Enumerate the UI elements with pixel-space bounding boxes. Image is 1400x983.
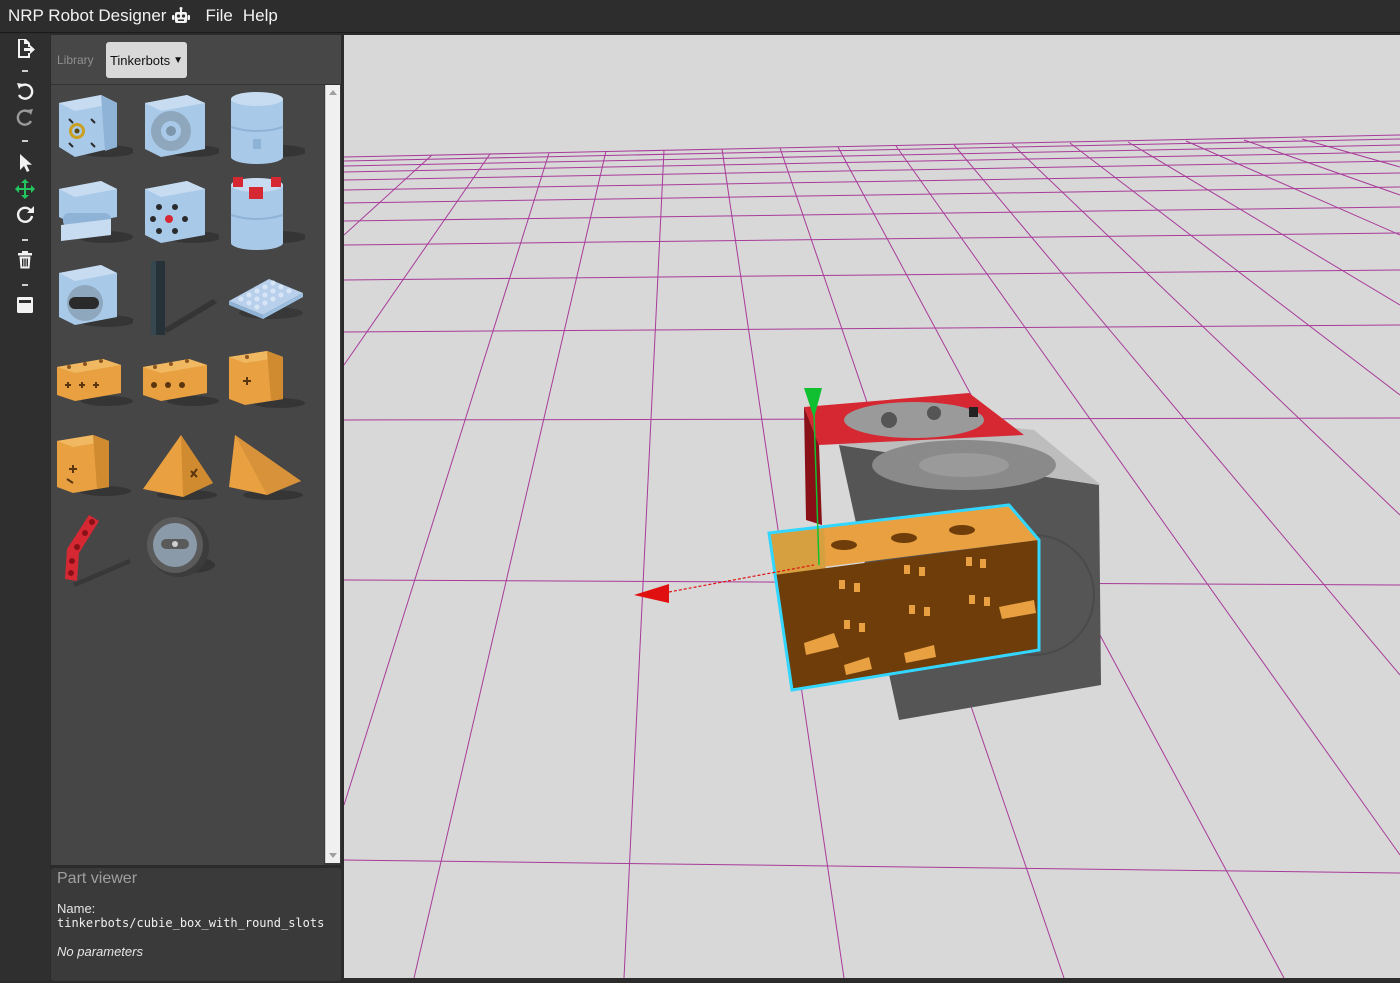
caret-down-icon: ▼	[173, 54, 184, 66]
trash-icon	[18, 251, 32, 269]
move-button[interactable]	[15, 179, 35, 199]
select-button[interactable]	[15, 153, 35, 173]
blue-hinge-icon	[59, 181, 133, 243]
part-viewer-title: Part viewer	[57, 870, 138, 887]
blue-cube-dots-icon	[145, 181, 221, 243]
library-select[interactable]: Tinkerbots ▼	[106, 42, 187, 78]
red-beam-icon	[65, 515, 131, 587]
part-item[interactable]	[55, 345, 133, 423]
toolbar-separator	[22, 239, 28, 241]
menu-file[interactable]: File	[205, 6, 232, 26]
delete-button[interactable]	[15, 250, 35, 270]
app-brand[interactable]: NRP Robot Designer	[8, 6, 191, 26]
part-item[interactable]	[55, 259, 135, 337]
part-item[interactable]	[141, 259, 219, 337]
library-label: Library	[57, 53, 94, 67]
navbar: NRP Robot Designer File Help	[0, 0, 1400, 33]
library-scrollbar[interactable]	[325, 85, 340, 863]
save-icon	[17, 297, 33, 313]
library-selected: Tinkerbots	[109, 52, 171, 68]
app-title: NRP Robot Designer	[8, 6, 167, 25]
blue-cube-wheel-icon	[145, 95, 221, 157]
black-rod-icon	[151, 261, 217, 335]
part-item[interactable]	[141, 345, 219, 423]
orange-cube-icon	[229, 351, 305, 408]
scroll-up-icon[interactable]	[329, 90, 337, 95]
grey-wheel-icon	[147, 517, 215, 577]
orange-pyramid-icon	[143, 435, 217, 500]
part-item[interactable]	[227, 175, 307, 253]
scene-canvas	[343, 35, 1400, 979]
part-item[interactable]	[227, 89, 307, 167]
toolbar	[0, 34, 50, 981]
pointer-icon	[20, 154, 32, 172]
robot-icon	[172, 7, 191, 23]
blue-plate-icon	[229, 279, 303, 319]
undo-button[interactable]	[15, 82, 35, 102]
part-params: No parameters	[57, 944, 143, 959]
part-item[interactable]	[55, 509, 133, 587]
library-panel: Library Tinkerbots ▼	[51, 35, 341, 865]
part-item[interactable]	[55, 429, 133, 507]
toolbar-separator	[22, 140, 28, 142]
part-name-value: tinkerbots/cubie_box_with_round_slots	[57, 916, 325, 930]
rotate-button[interactable]	[15, 205, 35, 225]
export-button[interactable]	[15, 38, 35, 58]
save-button[interactable]	[15, 295, 35, 315]
orange-cube-corner-icon	[57, 435, 131, 496]
redo-icon	[16, 109, 33, 126]
rotate-icon	[16, 206, 34, 223]
part-item[interactable]	[141, 175, 221, 253]
orange-box-round-slots-icon	[143, 359, 219, 406]
part-item[interactable]	[141, 89, 221, 167]
part-item[interactable]	[55, 175, 133, 253]
move-icon	[15, 179, 35, 199]
toolbar-separator	[22, 70, 28, 72]
toolbar-separator	[22, 284, 28, 286]
blue-cube-spiral-icon	[59, 95, 135, 157]
redo-button[interactable]	[15, 108, 35, 128]
part-item[interactable]	[227, 345, 305, 423]
part-item[interactable]	[227, 429, 305, 507]
blue-cylinder-icon	[230, 92, 307, 164]
blue-cube-slot-icon	[59, 265, 135, 327]
export-icon	[18, 39, 35, 58]
part-item[interactable]	[141, 509, 219, 587]
scroll-down-icon[interactable]	[329, 853, 337, 858]
parts-grid	[51, 85, 324, 865]
blue-cylinder-red-icon	[230, 177, 307, 250]
menu-help[interactable]: Help	[243, 6, 278, 26]
part-item[interactable]	[227, 259, 305, 337]
part-viewer-panel: Part viewer Name: tinkerbots/cubie_box_w…	[51, 868, 341, 981]
orange-box-cross-icon	[57, 359, 133, 406]
part-name-label: Name:	[57, 901, 96, 916]
orange-wedge-icon	[229, 435, 303, 500]
library-header: Library Tinkerbots ▼	[51, 35, 341, 85]
undo-icon	[17, 83, 34, 100]
part-item[interactable]	[55, 89, 135, 167]
part-item[interactable]	[141, 429, 219, 507]
viewport-3d[interactable]	[343, 35, 1400, 979]
